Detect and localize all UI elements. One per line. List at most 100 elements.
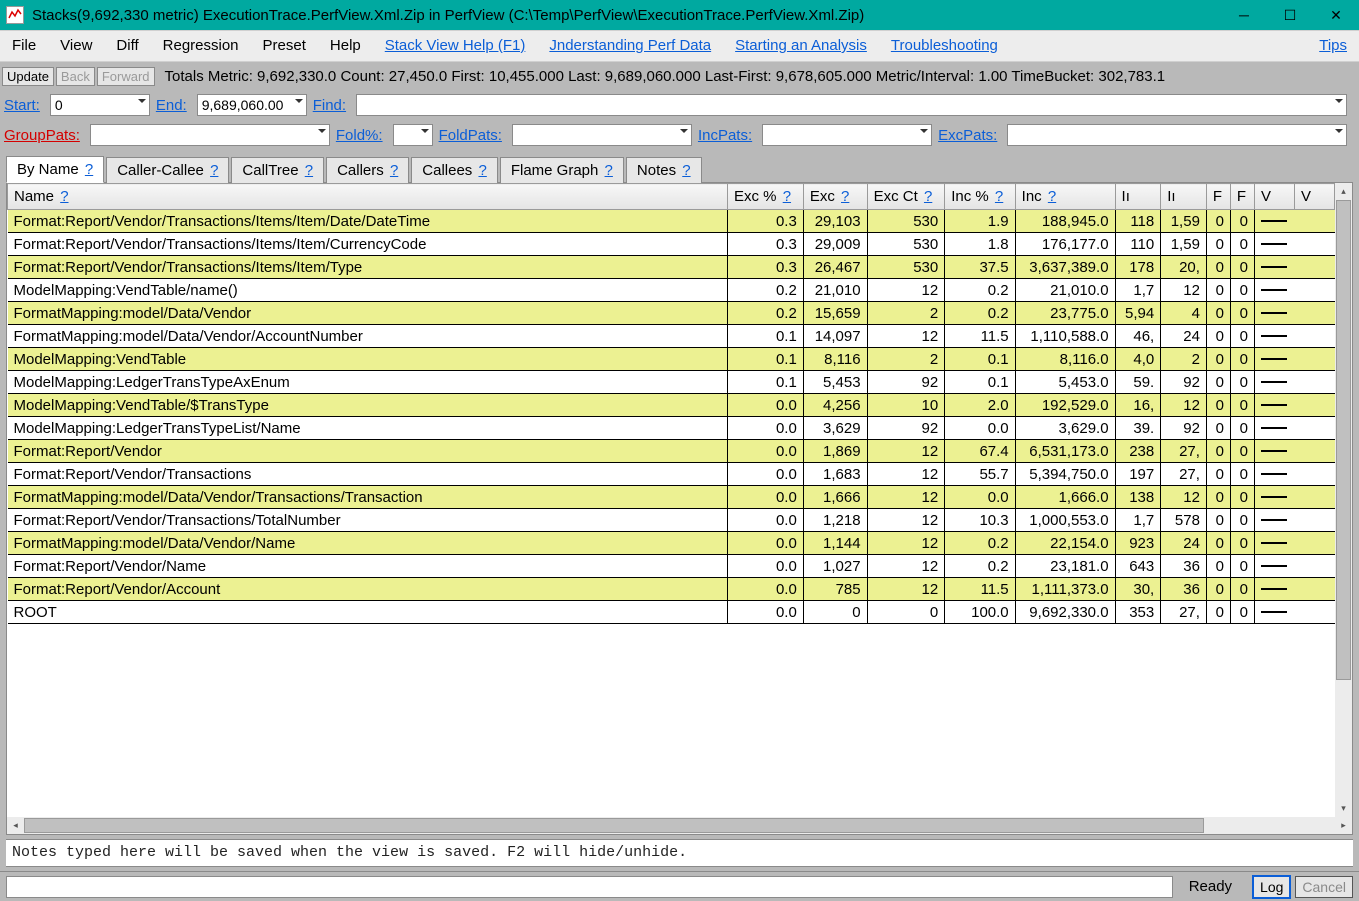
col-f2[interactable]: F [1230, 184, 1254, 210]
table-row[interactable]: FormatMapping:model/Data/Vendor0.215,659… [8, 302, 1335, 325]
tab-caller-callee[interactable]: Caller-Callee ? [106, 157, 229, 183]
help-link[interactable]: ? [924, 188, 932, 205]
foldpats-label[interactable]: FoldPats: [439, 127, 502, 144]
help-link[interactable]: ? [85, 161, 93, 178]
grouppats-combo[interactable] [90, 124, 330, 146]
link-starting-analysis[interactable]: Starting an Analysis [723, 30, 879, 62]
status-text-input[interactable] [6, 876, 1173, 898]
table-row[interactable]: ROOT0.000100.09,692,330.035327,00 [8, 601, 1335, 624]
cell-name[interactable]: ModelMapping:VendTable [8, 348, 728, 371]
help-link[interactable]: ? [305, 162, 313, 179]
menu-preset[interactable]: Preset [251, 30, 318, 62]
table-row[interactable]: ModelMapping:LedgerTransTypeList/Name0.0… [8, 417, 1335, 440]
table-row[interactable]: FormatMapping:model/Data/Vendor/Transact… [8, 486, 1335, 509]
find-label[interactable]: Find: [313, 97, 346, 114]
tab-by-name[interactable]: By Name ? [6, 156, 104, 183]
end-combo[interactable] [197, 94, 307, 116]
table-row[interactable]: Format:Report/Vendor/Name0.01,027120.223… [8, 555, 1335, 578]
notes-area[interactable]: Notes typed here will be saved when the … [6, 839, 1353, 867]
cell-name[interactable]: FormatMapping:model/Data/Vendor/Name [8, 532, 728, 555]
foldpats-combo[interactable] [512, 124, 692, 146]
table-row[interactable]: Format:Report/Vendor/Account0.07851211.5… [8, 578, 1335, 601]
menu-help[interactable]: Help [318, 30, 373, 62]
scrollbar-thumb[interactable] [24, 818, 1204, 833]
cell-name[interactable]: FormatMapping:model/Data/Vendor/AccountN… [8, 325, 728, 348]
incpats-label[interactable]: IncPats: [698, 127, 752, 144]
help-link[interactable]: ? [1048, 188, 1056, 205]
help-link[interactable]: ? [995, 188, 1003, 205]
cell-name[interactable]: Format:Report/Vendor/Name [8, 555, 728, 578]
col-exc-ct[interactable]: Exc Ct ? [867, 184, 945, 210]
cell-name[interactable]: ModelMapping:VendTable/name() [8, 279, 728, 302]
tab-callees[interactable]: Callees ? [411, 157, 498, 183]
cell-name[interactable]: ModelMapping:VendTable/$TransType [8, 394, 728, 417]
table-row[interactable]: ModelMapping:VendTable/name()0.221,01012… [8, 279, 1335, 302]
back-button[interactable]: Back [56, 67, 95, 86]
close-button[interactable]: ✕ [1313, 0, 1359, 30]
tab-notes[interactable]: Notes ? [626, 157, 702, 183]
help-link[interactable]: ? [605, 162, 613, 179]
vertical-scrollbar[interactable]: ▴ ▾ [1335, 183, 1352, 817]
cell-name[interactable]: Format:Report/Vendor/Transactions/TotalN… [8, 509, 728, 532]
col-v1[interactable]: V [1255, 184, 1295, 210]
tab-callers[interactable]: Callers ? [326, 157, 409, 183]
foldpct-combo[interactable] [393, 124, 433, 146]
cell-name[interactable]: ModelMapping:LedgerTransTypeList/Name [8, 417, 728, 440]
col-inc-pct[interactable]: Inc % ? [945, 184, 1015, 210]
col-small-2[interactable]: Iı [1161, 184, 1207, 210]
table-row[interactable]: Format:Report/Vendor/Transactions/Items/… [8, 210, 1335, 233]
col-f1[interactable]: F [1206, 184, 1230, 210]
scrollbar-thumb[interactable] [1336, 200, 1351, 680]
scroll-right-icon[interactable]: ▸ [1335, 817, 1352, 834]
scroll-up-icon[interactable]: ▴ [1335, 183, 1352, 200]
link-understanding-perf-data[interactable]: Jnderstanding Perf Data [537, 30, 723, 62]
link-stack-view-help[interactable]: Stack View Help (F1) [373, 30, 538, 62]
table-row[interactable]: Format:Report/Vendor/Transactions/Items/… [8, 256, 1335, 279]
menu-regression[interactable]: Regression [151, 30, 251, 62]
find-combo[interactable] [356, 94, 1347, 116]
scroll-down-icon[interactable]: ▾ [1335, 800, 1352, 817]
table-row[interactable]: Format:Report/Vendor/Transactions0.01,68… [8, 463, 1335, 486]
link-troubleshooting[interactable]: Troubleshooting [879, 30, 1010, 62]
help-link[interactable]: ? [682, 162, 690, 179]
col-inc[interactable]: Inc ? [1015, 184, 1115, 210]
cell-name[interactable]: Format:Report/Vendor/Transactions/Items/… [8, 233, 728, 256]
col-exc-pct[interactable]: Exc % ? [728, 184, 804, 210]
cancel-button[interactable]: Cancel [1295, 876, 1353, 898]
excpats-label[interactable]: ExcPats: [938, 127, 997, 144]
col-v2[interactable]: V [1295, 184, 1335, 210]
tab-flame-graph[interactable]: Flame Graph ? [500, 157, 624, 183]
tab-calltree[interactable]: CallTree ? [231, 157, 324, 183]
forward-button[interactable]: Forward [97, 67, 155, 86]
help-link[interactable]: ? [783, 188, 791, 205]
help-link[interactable]: ? [210, 162, 218, 179]
start-label[interactable]: Start: [4, 97, 40, 114]
cell-name[interactable]: FormatMapping:model/Data/Vendor/Transact… [8, 486, 728, 509]
cell-name[interactable]: Format:Report/Vendor/Transactions/Items/… [8, 210, 728, 233]
foldpct-label[interactable]: Fold%: [336, 127, 383, 144]
end-label[interactable]: End: [156, 97, 187, 114]
help-link[interactable]: ? [841, 188, 849, 205]
scroll-left-icon[interactable]: ◂ [7, 817, 24, 834]
maximize-button[interactable]: ☐ [1267, 0, 1313, 30]
menu-diff[interactable]: Diff [104, 30, 150, 62]
col-small-1[interactable]: Iı [1115, 184, 1161, 210]
horizontal-scrollbar[interactable]: ◂ ▸ [7, 817, 1352, 834]
minimize-button[interactable]: ─ [1221, 0, 1267, 30]
table-row[interactable]: Format:Report/Vendor/Transactions/TotalN… [8, 509, 1335, 532]
update-button[interactable]: Update [2, 67, 54, 86]
table-row[interactable]: Format:Report/Vendor/Transactions/Items/… [8, 233, 1335, 256]
help-link[interactable]: ? [478, 162, 486, 179]
help-link[interactable]: ? [390, 162, 398, 179]
menu-file[interactable]: File [0, 30, 48, 62]
col-name[interactable]: Name ? [8, 184, 728, 210]
cell-name[interactable]: Format:Report/Vendor [8, 440, 728, 463]
table-row[interactable]: FormatMapping:model/Data/Vendor/Name0.01… [8, 532, 1335, 555]
cell-name[interactable]: Format:Report/Vendor/Account [8, 578, 728, 601]
table-row[interactable]: ModelMapping:LedgerTransTypeAxEnum0.15,4… [8, 371, 1335, 394]
table-row[interactable]: Format:Report/Vendor0.01,8691267.46,531,… [8, 440, 1335, 463]
incpats-combo[interactable] [762, 124, 932, 146]
col-exc[interactable]: Exc ? [803, 184, 867, 210]
stacks-table[interactable]: Name ? Exc % ? Exc ? Exc Ct ? Inc % ? In… [7, 183, 1335, 624]
log-button[interactable]: Log [1252, 875, 1291, 899]
